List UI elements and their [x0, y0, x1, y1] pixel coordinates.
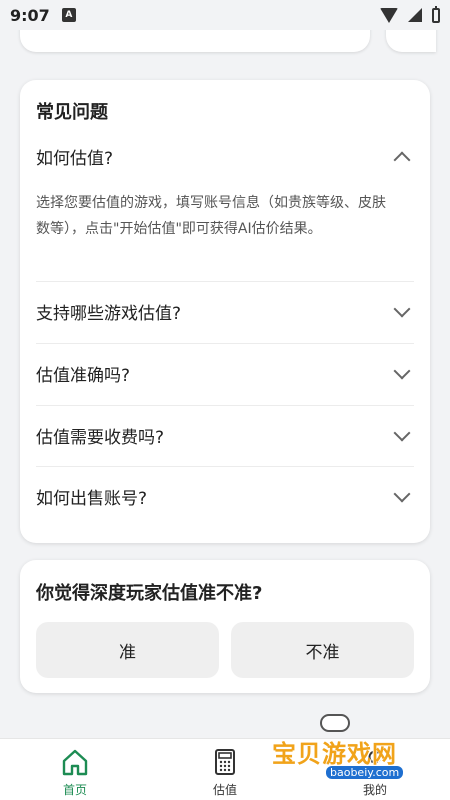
- tab-label: 首页: [62, 783, 87, 797]
- status-icons: [380, 5, 440, 23]
- battery-icon: [432, 5, 440, 23]
- faq-answer: 选择您要估值的游戏，填写账号信息（如贵族等级、皮肤数等），点击"开始估值"即可获…: [36, 195, 386, 237]
- faq-question: 如何出售账号?: [36, 489, 148, 509]
- faq-question: 如何估值?: [36, 149, 114, 169]
- watermark-text: 宝贝游戏网: [272, 740, 397, 768]
- faq-item-how-to-value[interactable]: 如何估值?: [36, 144, 414, 169]
- calculator-icon: [215, 749, 235, 775]
- gamepad-icon: [320, 714, 350, 732]
- tab-home[interactable]: 首页: [35, 747, 115, 798]
- vote-card: 你觉得深度玩家估值准不准? 准 不准: [20, 560, 430, 693]
- faq-item-fees[interactable]: 估值需要收费吗?: [36, 423, 414, 448]
- faq-question: 估值准确吗?: [36, 366, 131, 386]
- divider: [36, 281, 414, 282]
- faq-question: 支持哪些游戏估值?: [36, 304, 182, 324]
- faq-card: 常见问题 如何估值? 选择您要估值的游戏，填写账号信息（如贵族等级、皮肤数等），…: [20, 80, 430, 543]
- signal-icon: [408, 8, 422, 22]
- watermark-url: baobeiy.com: [326, 766, 404, 779]
- divider: [36, 343, 414, 344]
- divider: [36, 405, 414, 406]
- faq-question: 估值需要收费吗?: [36, 428, 165, 448]
- faq-item-supported-games[interactable]: 支持哪些游戏估值?: [36, 299, 414, 324]
- notification-badge: A: [61, 8, 76, 22]
- faq-item-sell-account[interactable]: 如何出售账号?: [36, 484, 414, 509]
- chevron-down-icon: [393, 300, 411, 317]
- status-bar: 9:07 A: [0, 0, 450, 30]
- tab-label: 估值: [212, 783, 237, 797]
- watermark-logo: 宝贝游戏网 baobeiy.com: [272, 712, 404, 792]
- divider: [36, 466, 414, 467]
- chevron-down-icon: [393, 485, 411, 502]
- chevron-down-icon: [393, 424, 411, 441]
- vote-question: 你觉得深度玩家估值准不准?: [36, 583, 263, 604]
- chevron-up-icon: [393, 151, 411, 168]
- vote-accurate-button[interactable]: 准: [36, 622, 219, 678]
- tab-valuation[interactable]: 估值: [185, 747, 265, 798]
- chevron-down-icon: [393, 362, 411, 379]
- wifi-icon: [380, 7, 398, 23]
- home-icon: [62, 749, 88, 776]
- status-time: 9:07: [10, 5, 50, 25]
- faq-item-accuracy[interactable]: 估值准确吗?: [36, 361, 414, 386]
- faq-title: 常见问题: [36, 102, 108, 123]
- vote-inaccurate-button[interactable]: 不准: [231, 622, 414, 678]
